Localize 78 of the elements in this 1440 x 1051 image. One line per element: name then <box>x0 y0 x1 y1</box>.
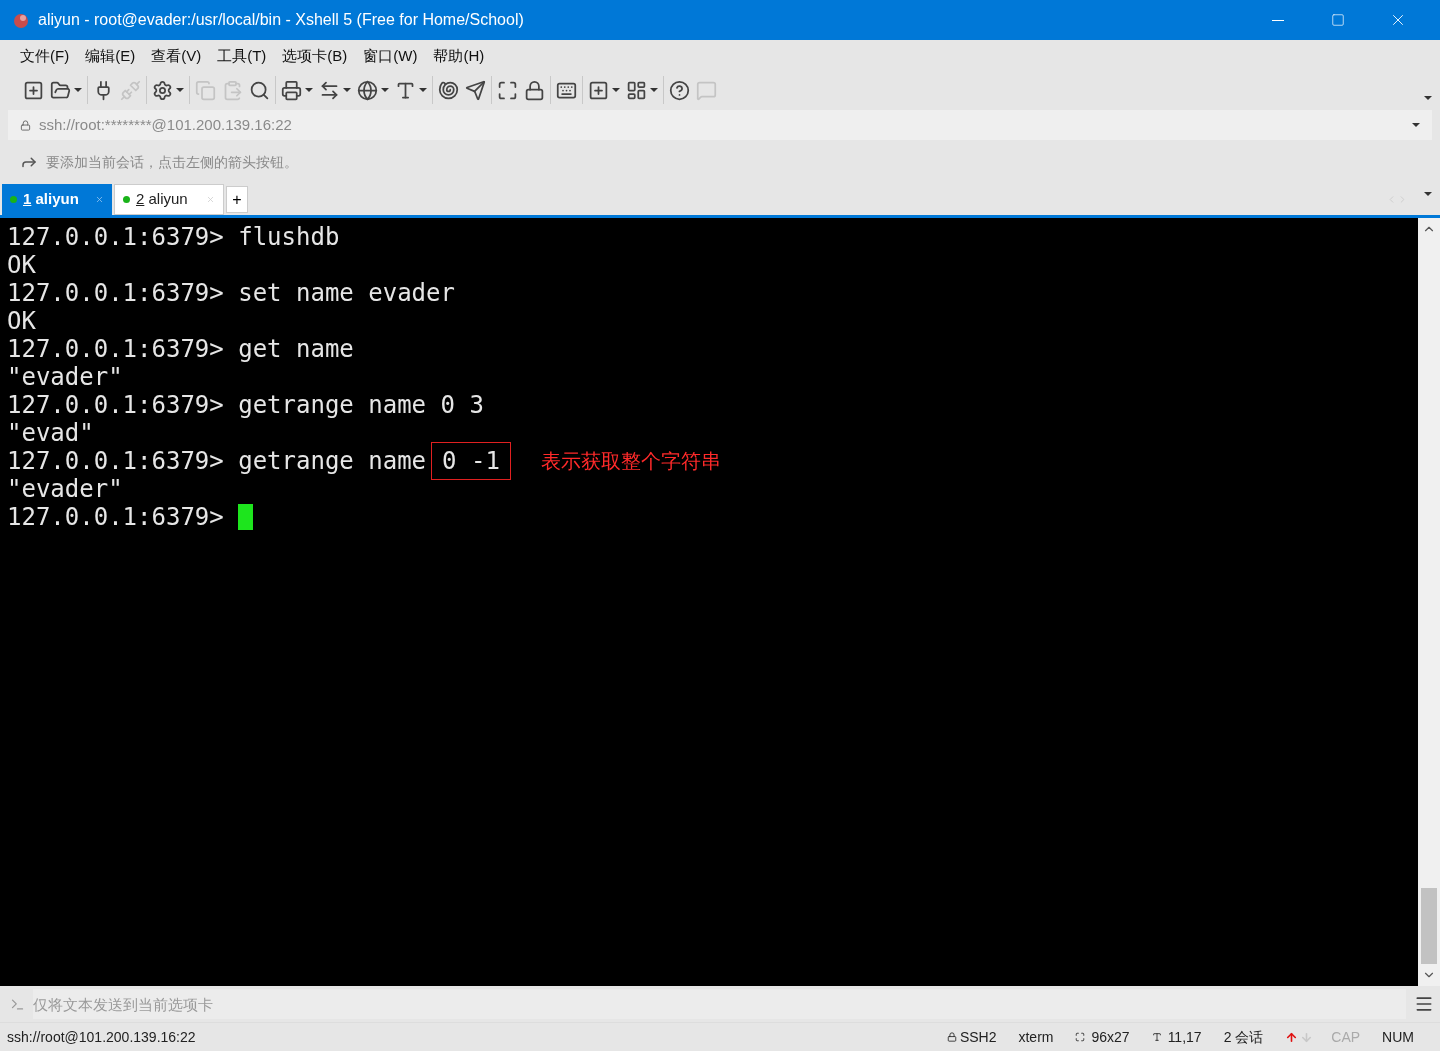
caret-icon <box>1424 192 1432 196</box>
terminal-line: 127.0.0.1:6379> <box>7 503 224 531</box>
add-icon <box>588 79 609 101</box>
protocol-text: SSH2 <box>959 1027 997 1047</box>
scroll-thumb[interactable] <box>1421 888 1437 964</box>
menu-icon[interactable] <box>1414 994 1434 1014</box>
settings-icon <box>152 79 173 101</box>
copy-icon <box>195 79 216 101</box>
terminal-line: 127.0.0.1:6379> flushdb <box>7 223 340 251</box>
terminal-line: OK <box>7 307 36 335</box>
annotation-note: 表示获取整个字符串 <box>540 449 721 474</box>
info-text: 要添加当前会话，点击左侧的箭头按钮。 <box>46 152 298 172</box>
caret-icon <box>343 88 351 92</box>
shell-logo-icon <box>12 11 30 29</box>
key-indicator: NUM <box>1382 1027 1414 1047</box>
terminal-line: "evader" <box>7 363 123 391</box>
minimize-icon <box>1272 19 1284 21</box>
layout-icon <box>626 79 647 101</box>
annotation-box: 0 -1 <box>431 442 511 480</box>
session-tab[interactable]: 1 aliyun <box>2 184 112 215</box>
size-icon <box>1075 1032 1086 1042</box>
new-session-icon <box>23 79 44 101</box>
tab-label: 2 aliyun <box>136 189 188 210</box>
caret-icon <box>1412 123 1420 127</box>
caret-icon <box>1424 96 1432 100</box>
menu-item[interactable]: 选项卡(B) <box>282 44 348 68</box>
menu-item[interactable]: 工具(T) <box>217 44 267 68</box>
globe-icon <box>357 79 378 101</box>
status-text: xterm <box>1018 1027 1054 1047</box>
terminal-line: "evader" <box>7 475 123 503</box>
menu-item[interactable]: 文件(F) <box>20 44 70 68</box>
chat-icon <box>696 79 717 101</box>
menu-item[interactable]: 帮助(H) <box>433 44 485 68</box>
terminal-line: 127.0.0.1:6379> set name evader <box>7 279 455 307</box>
printer-icon <box>281 79 302 101</box>
download-arrow-icon <box>1300 1030 1314 1044</box>
shell-icon <box>438 79 459 101</box>
lock-icon <box>946 1032 957 1042</box>
maximize-icon <box>1331 13 1345 27</box>
cursor-position-text: 11,17 <box>1167 1027 1202 1047</box>
terminal-line: "evad" <box>7 419 94 447</box>
connection-text: ssh://root@101.200.139.16:22 <box>7 1027 197 1047</box>
terminal-line: OK <box>7 251 36 279</box>
lock-icon <box>524 79 545 101</box>
window-title: aliyun - root@evader:/usr/local/bin - Xshell 5 (Free for Home/School) <box>38 10 524 30</box>
caret-icon <box>650 88 658 92</box>
compose-field[interactable]: 仅将文本发送到当前选项卡 <box>33 989 1406 1019</box>
menu-item[interactable]: 窗口(W) <box>363 44 418 68</box>
caret-icon <box>74 88 82 92</box>
scrollbar[interactable] <box>1418 218 1440 986</box>
caret-icon <box>381 88 389 92</box>
terminal-icon <box>10 996 25 1012</box>
fullscreen-icon <box>497 79 518 101</box>
terminal-line: 127.0.0.1:6379> getrange name <box>7 447 427 475</box>
new-tab-button[interactable]: + <box>226 186 248 213</box>
terminal-line: 127.0.0.1:6379> getrange name 0 3 <box>7 391 484 419</box>
caret-icon <box>612 88 620 92</box>
folder-icon <box>50 79 71 101</box>
terminal-size-text: 96x27 <box>1091 1027 1130 1047</box>
menu-item[interactable]: 查看(V) <box>151 44 202 68</box>
search-icon <box>249 79 270 101</box>
key-indicator: CAP <box>1331 1027 1361 1047</box>
status-text: 2 会话 <box>1223 1027 1264 1047</box>
caret-icon <box>305 88 313 92</box>
terminal-line: 127.0.0.1:6379> get name <box>7 335 354 363</box>
unplug-icon <box>120 79 141 101</box>
lock-icon <box>20 119 31 131</box>
send-icon <box>465 79 486 101</box>
transfer-icon <box>319 79 340 101</box>
caret-icon <box>176 88 184 92</box>
help-icon <box>669 79 690 101</box>
session-tab[interactable]: 2 aliyun <box>114 184 224 215</box>
menu-item[interactable]: 编辑(E) <box>85 44 136 68</box>
cursor-icon <box>1151 1032 1162 1042</box>
tab-label: 1 aliyun <box>23 189 79 210</box>
caret-icon <box>419 88 427 92</box>
upload-arrow-icon <box>1285 1030 1299 1044</box>
paste-icon <box>222 79 243 101</box>
